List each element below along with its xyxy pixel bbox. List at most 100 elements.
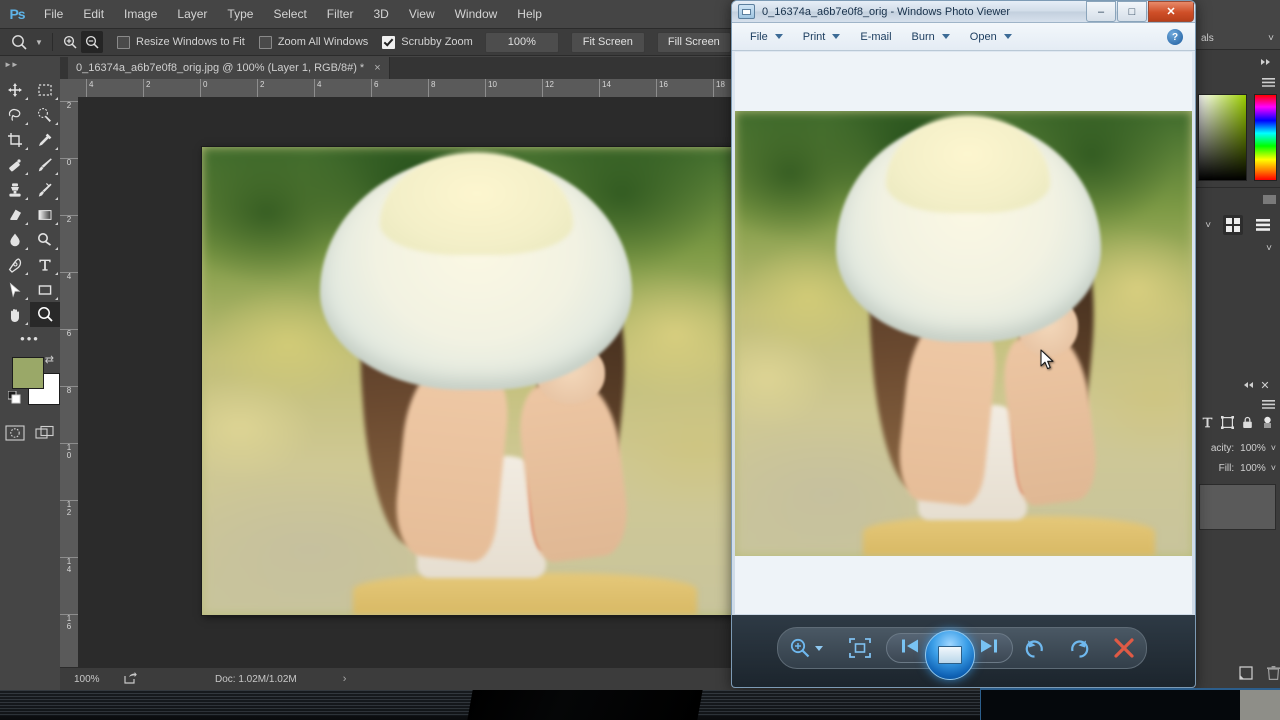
menu-image[interactable]: Image: [114, 0, 167, 28]
collapse-panel-icon[interactable]: ►►: [0, 57, 60, 71]
color-panel-menu[interactable]: [1195, 74, 1280, 90]
chevron-down-icon[interactable]: ˅: [1205, 220, 1211, 231]
menu-select[interactable]: Select: [263, 0, 316, 28]
document-image[interactable]: [202, 147, 740, 615]
history-brush-tool[interactable]: [30, 177, 60, 202]
zoom-tool[interactable]: [30, 302, 60, 327]
menu-file[interactable]: File: [34, 0, 73, 28]
menu-filter[interactable]: Filter: [317, 0, 364, 28]
swatches-options-arrow[interactable]: ˅: [1195, 240, 1280, 256]
foreground-color-swatch[interactable]: [12, 357, 44, 389]
menu-edit[interactable]: Edit: [73, 0, 114, 28]
layer-row[interactable]: [1199, 484, 1276, 530]
zoom-out-button[interactable]: [81, 31, 103, 53]
menu-open[interactable]: Open: [970, 31, 1012, 43]
spot-healing-brush-tool[interactable]: [0, 152, 30, 177]
menu-3d[interactable]: 3D: [363, 0, 398, 28]
hue-ramp[interactable]: [1254, 94, 1277, 181]
fill-value[interactable]: 100%: [1240, 463, 1266, 474]
opacity-value[interactable]: 100%: [1240, 443, 1266, 454]
zoom-icon[interactable]: [6, 31, 32, 53]
vertical-ruler[interactable]: 2024681012141618: [60, 97, 79, 667]
chevron-down-icon[interactable]: ▼: [32, 31, 46, 53]
close-icon[interactable]: ×: [374, 62, 380, 74]
lock-all-icon[interactable]: [1241, 416, 1254, 434]
chevron-down-icon[interactable]: ˅: [1271, 443, 1276, 453]
zoom-level[interactable]: 100%: [74, 674, 116, 685]
layer-fill-row[interactable]: Fill: 100% ˅: [1195, 458, 1280, 478]
document-tab[interactable]: 0_16374a_a6b7e0f8_orig.jpg @ 100% (Layer…: [68, 57, 390, 79]
pen-tool[interactable]: [0, 252, 30, 277]
layer-opacity-row[interactable]: acity: 100% ˅: [1195, 438, 1280, 458]
new-layer-icon[interactable]: [1239, 665, 1253, 685]
photo-viewer-title-bar[interactable]: 0_16374a_a6b7e0f8_orig - Windows Photo V…: [732, 1, 1195, 23]
brush-tool[interactable]: [30, 152, 60, 177]
share-icon[interactable]: [124, 671, 137, 687]
blur-tool[interactable]: [0, 227, 30, 252]
delete-layer-icon[interactable]: [1267, 665, 1280, 685]
swatches-area[interactable]: [1195, 256, 1280, 374]
swap-colors-icon[interactable]: ⇄: [45, 353, 54, 366]
rotate-counterclockwise-button[interactable]: [1013, 628, 1057, 668]
zoom-control[interactable]: [778, 628, 834, 668]
color-picker-panel[interactable]: [1195, 90, 1280, 187]
status-menu-arrow[interactable]: ›: [343, 673, 347, 685]
previous-button[interactable]: [901, 638, 920, 659]
move-tool[interactable]: [0, 77, 30, 102]
close-icon[interactable]: ✕: [1256, 377, 1274, 393]
menu-window[interactable]: Window: [445, 0, 508, 28]
rectangular-marquee-tool[interactable]: [30, 77, 60, 102]
grid-view-button[interactable]: [1223, 215, 1244, 235]
zoom-100-button[interactable]: 100%: [484, 31, 559, 53]
fill-screen-button[interactable]: Fill Screen: [656, 31, 731, 53]
resize-windows-to-fit-checkbox[interactable]: Resize Windows to Fit: [117, 35, 245, 49]
photo-viewer-image[interactable]: [735, 111, 1192, 556]
materials-panel-header[interactable]: als ˅: [1195, 28, 1280, 50]
eraser-tool[interactable]: [0, 202, 30, 227]
menu-burn[interactable]: Burn: [912, 31, 950, 43]
quick-mask-icon[interactable]: [0, 421, 30, 445]
menu-email[interactable]: E-mail: [860, 31, 891, 43]
clone-stamp-tool[interactable]: [0, 177, 30, 202]
menu-file[interactable]: File: [750, 31, 783, 43]
minimize-button[interactable]: –: [1086, 1, 1116, 22]
menu-view[interactable]: View: [399, 0, 445, 28]
crop-tool[interactable]: [0, 127, 30, 152]
quick-selection-tool[interactable]: [30, 102, 60, 127]
fit-screen-button[interactable]: Fit Screen: [570, 31, 645, 53]
swatches-panel-header[interactable]: [1195, 188, 1280, 210]
zoom-all-windows-checkbox[interactable]: Zoom All Windows: [258, 35, 368, 49]
play-slideshow-button[interactable]: [925, 630, 976, 680]
rectangle-tool[interactable]: [30, 277, 60, 302]
edit-toolbar-button[interactable]: •••: [0, 327, 60, 349]
chevron-down-icon[interactable]: ˅: [1271, 463, 1276, 473]
menu-type[interactable]: Type: [217, 0, 263, 28]
help-icon[interactable]: ?: [1167, 29, 1183, 45]
gradient-tool[interactable]: [30, 202, 60, 227]
next-button[interactable]: [979, 638, 998, 659]
scrubby-zoom-checkbox[interactable]: Scrubby Zoom: [382, 35, 473, 49]
collapse-icon[interactable]: [1258, 54, 1276, 70]
delete-button[interactable]: [1102, 628, 1146, 668]
screen-mode-icon[interactable]: [30, 421, 60, 445]
lock-pixels-icon[interactable]: [1261, 416, 1274, 434]
hand-tool[interactable]: [0, 302, 30, 327]
path-selection-tool[interactable]: [0, 277, 30, 302]
color-field[interactable]: [1198, 94, 1248, 181]
collapse-icon[interactable]: [1238, 377, 1256, 393]
dodge-tool[interactable]: [30, 227, 60, 252]
menu-help[interactable]: Help: [507, 0, 552, 28]
menu-layer[interactable]: Layer: [167, 0, 217, 28]
menu-print[interactable]: Print: [803, 31, 841, 43]
zoom-in-button[interactable]: [59, 31, 81, 53]
eyedropper-tool[interactable]: [30, 127, 60, 152]
type-tool[interactable]: [30, 252, 60, 277]
lock-transparency-text-icon[interactable]: [1201, 416, 1214, 434]
chevron-down-icon[interactable]: ˅: [1268, 33, 1274, 44]
fit-to-window-button[interactable]: [834, 628, 886, 668]
default-colors-icon[interactable]: [7, 390, 21, 404]
rotate-clockwise-button[interactable]: [1057, 628, 1101, 668]
lock-position-icon[interactable]: [1220, 416, 1234, 434]
maximize-button[interactable]: □: [1117, 1, 1147, 22]
close-button[interactable]: ✕: [1148, 1, 1194, 22]
